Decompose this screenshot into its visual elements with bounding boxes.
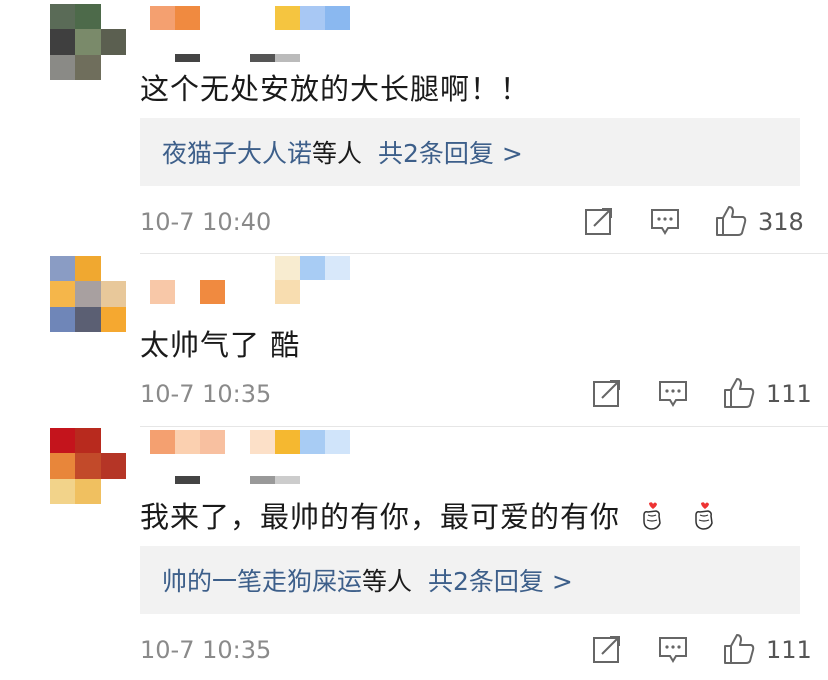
- reply-count[interactable]: 共2条回复 >: [428, 562, 573, 598]
- finger-heart-emoji: [695, 502, 714, 530]
- share-icon[interactable]: [590, 376, 624, 410]
- comment-meta: 10-7 10:35 111: [140, 630, 828, 670]
- username-mosaic[interactable]: [150, 430, 350, 454]
- comment-icon[interactable]: [656, 376, 690, 410]
- divider: [140, 426, 828, 427]
- like-count: 318: [758, 208, 804, 236]
- divider: [140, 253, 828, 254]
- share-icon[interactable]: [590, 632, 624, 666]
- replies-link[interactable]: 帅的一笔走狗屎运 等人 共2条回复 >: [140, 546, 800, 614]
- like-count: 111: [766, 380, 812, 408]
- reply-user-names[interactable]: 夜猫子大人诺: [162, 134, 312, 170]
- comment-text: 这个无处安放的大长腿啊！！: [140, 72, 531, 106]
- reply-suffix: 等人: [312, 139, 363, 168]
- username-mosaic: [150, 476, 300, 484]
- comment-meta: 10-7 10:35 111: [140, 374, 828, 414]
- comment-text-content: 我来了，最帅的有你，最可爱的有你: [140, 500, 621, 534]
- username-mosaic[interactable]: [150, 6, 350, 30]
- comment-icon[interactable]: [648, 204, 682, 238]
- reply-count[interactable]: 共2条回复 >: [378, 134, 523, 170]
- thumbs-up-icon[interactable]: [714, 204, 748, 238]
- avatar[interactable]: [50, 256, 126, 332]
- comment-icon[interactable]: [656, 632, 690, 666]
- comment-meta: 10-7 10:40 318: [140, 202, 828, 242]
- thumbs-up-icon[interactable]: [722, 376, 756, 410]
- reply-user-names[interactable]: 帅的一笔走狗屎运: [162, 562, 362, 598]
- comment-time: 10-7 10:35: [140, 380, 272, 408]
- avatar[interactable]: [50, 428, 126, 504]
- username-mosaic[interactable]: [150, 256, 350, 280]
- reply-suffix: 等人: [362, 567, 413, 596]
- comment-time: 10-7 10:35: [140, 636, 272, 664]
- finger-heart-emoji: [643, 502, 662, 530]
- thumbs-up-icon[interactable]: [722, 632, 756, 666]
- username-mosaic: [150, 280, 300, 304]
- comment-time: 10-7 10:40: [140, 208, 272, 236]
- replies-link[interactable]: 夜猫子大人诺 等人 共2条回复 >: [140, 118, 800, 186]
- like-count: 111: [766, 636, 812, 664]
- comment-text: 太帅气了 酷: [140, 328, 301, 362]
- avatar[interactable]: [50, 4, 126, 80]
- comment-text: 我来了，最帅的有你，最可爱的有你: [140, 494, 718, 536]
- share-icon[interactable]: [582, 204, 616, 238]
- username-mosaic: [150, 54, 300, 62]
